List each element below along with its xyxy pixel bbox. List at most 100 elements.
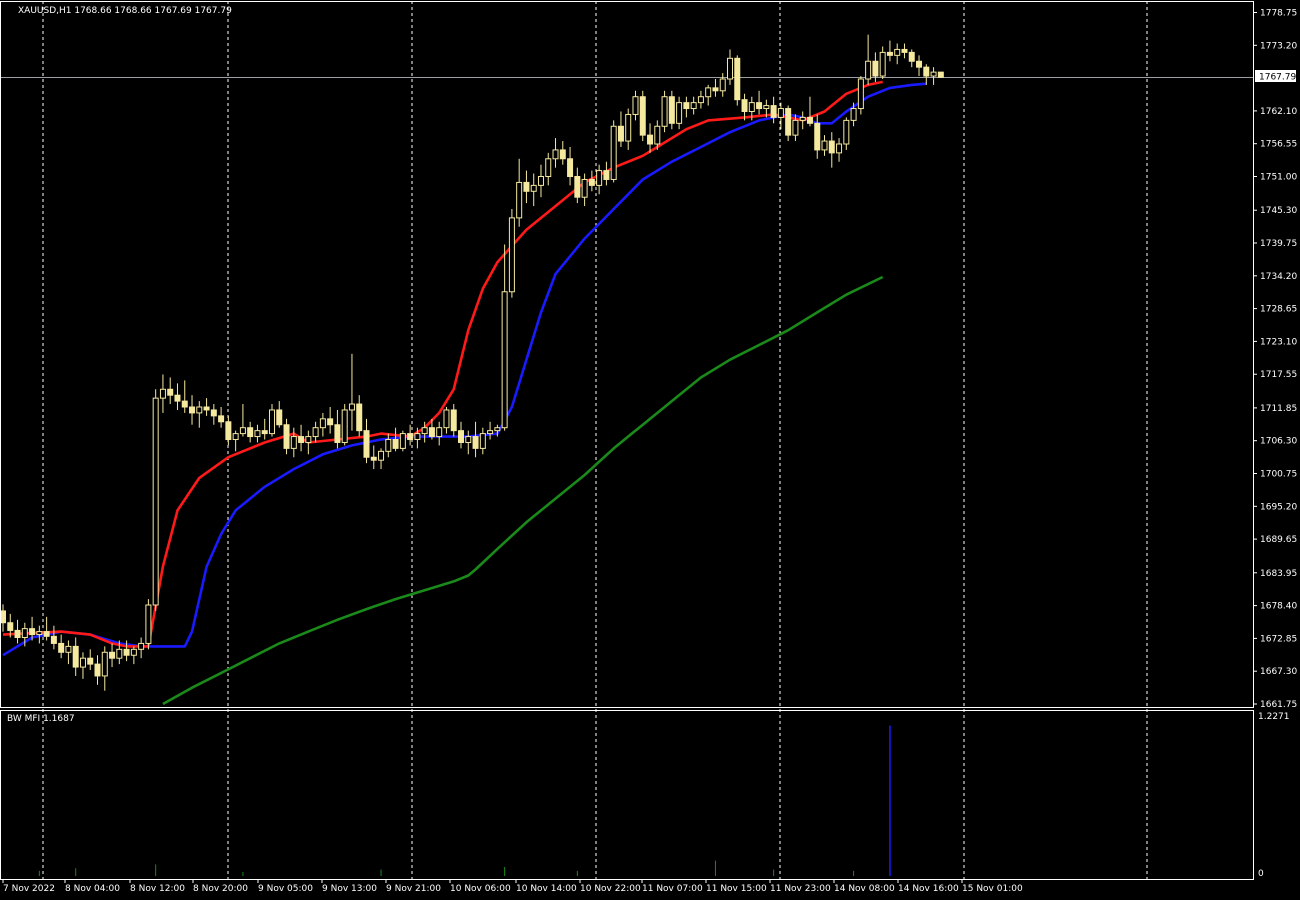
time-tick-label: 10 Nov 22:00 (580, 884, 641, 894)
price-tick-label: 1711.85 (1260, 404, 1297, 414)
candle (661, 90, 668, 133)
candle-body-bear (94, 663, 101, 677)
candle-body-bear (29, 628, 36, 636)
candle-body-bear (7, 622, 14, 631)
candle-body-bull (537, 176, 544, 186)
candle-body-bear (167, 388, 174, 396)
candle-body-bear (123, 648, 130, 656)
candle-body-bull (399, 433, 406, 449)
candle (937, 71, 944, 78)
candle-body-bull (545, 158, 552, 178)
candle-body-bear (647, 134, 654, 145)
candle-body-bear (872, 60, 879, 77)
candle-body-bull (697, 96, 704, 104)
price-tick-label: 1739.75 (1260, 239, 1297, 249)
candle-body-bear (683, 102, 690, 110)
time-tick-label: 11 Nov 23:00 (770, 884, 831, 894)
candle-body-bull (79, 657, 86, 668)
candle-body-bull (552, 149, 559, 160)
candle-body-bull (625, 113, 632, 142)
candle (508, 209, 515, 298)
candle-body-bear (298, 436, 305, 443)
candle-body-bear (603, 170, 610, 180)
candle-body-bear (588, 178, 595, 186)
candle-body-bull (821, 140, 828, 151)
candle-body-bear (886, 51, 893, 56)
candle-body-bull (21, 628, 28, 639)
candle (734, 55, 741, 106)
candle (668, 90, 675, 130)
current-price-label: 1767.79 (1259, 73, 1296, 83)
candle-body-bear (276, 409, 283, 426)
candle-body-bear (523, 181, 530, 192)
candle-body-bull (661, 96, 668, 127)
candle-body-bull (36, 631, 43, 636)
candle-body-bear (785, 108, 792, 136)
candle-body-bull (530, 184, 537, 192)
candle-body-bear (247, 427, 254, 438)
candle-body-bull (799, 116, 806, 121)
candle-body-bull (763, 105, 770, 110)
indicator-label: BW MFI 1.1687 (7, 714, 75, 724)
candle-body-bull (632, 96, 639, 115)
candle-body-bull (727, 57, 733, 80)
candle-body-bear (327, 418, 334, 426)
trading-chart[interactable]: 1778.75 1773.20 1762.10 1756.55 1751.00 1745.… (0, 0, 1300, 900)
candle-body-bear (356, 403, 363, 432)
time-tick-label: 11 Nov 15:00 (706, 884, 767, 894)
candle-body-bear (109, 651, 116, 659)
candle-body-bear (428, 427, 435, 438)
candle-body-bear (50, 635, 57, 644)
candle-body-bull (792, 119, 799, 136)
time-tick-label: 8 Nov 04:00 (65, 884, 120, 894)
price-tick-label: 1667.30 (1260, 667, 1297, 677)
candle-body-bull (312, 427, 319, 438)
price-tick-label: 1756.55 (1260, 140, 1297, 150)
time-tick-label: 10 Nov 06:00 (450, 884, 511, 894)
price-tick-label: 1683.95 (1260, 569, 1297, 579)
candle-body-bull (676, 102, 683, 124)
candle-body-bull (305, 436, 312, 443)
candle-body-bear (407, 433, 414, 441)
candle-body-bear (668, 96, 675, 124)
candle-body-bear (806, 116, 813, 124)
mfi-zero-label: 0 (1258, 869, 1264, 879)
candle-body-bull (130, 648, 137, 656)
candle-body-bull (65, 645, 72, 653)
price-tick-label: 1672.85 (1260, 634, 1297, 644)
candle-body-bear (210, 409, 217, 417)
candle-body-bear (458, 430, 465, 443)
candle-body-bear (0, 610, 6, 624)
candle-body-bull (138, 642, 145, 650)
candle-body-bull (443, 409, 450, 429)
candle-body-bull (196, 406, 203, 414)
candle-body-bull (748, 102, 755, 112)
candle (639, 90, 646, 142)
candle (610, 120, 617, 183)
candle-body-bull (610, 125, 617, 180)
time-tick-label: 9 Nov 13:00 (322, 884, 377, 894)
candle (399, 430, 406, 452)
candle-body-bull (719, 78, 726, 92)
price-tick-label: 1728.65 (1260, 305, 1297, 315)
candle-body-bull (145, 604, 152, 644)
current-price-badge: 1767.79 (1255, 70, 1296, 83)
candle-body-bear (189, 406, 196, 414)
candle-body-bull (436, 427, 443, 438)
candle-body-bull (159, 388, 166, 399)
candle-body-bear (617, 125, 624, 142)
candle-body-bear (181, 400, 188, 408)
candle (857, 76, 864, 115)
candle-body-bear (567, 158, 574, 178)
candle-body-bull (378, 450, 385, 461)
candle-body-bear (261, 430, 268, 435)
price-tick-label: 1745.30 (1260, 206, 1297, 216)
candle-body-bull (268, 409, 275, 435)
candle-body-bull (596, 170, 603, 186)
candle-body-bear (770, 105, 777, 118)
candle-body-bull (254, 430, 261, 438)
time-tick-label: 9 Nov 21:00 (386, 884, 441, 894)
candle-body-bear (901, 48, 908, 53)
price-tick-label: 1762.10 (1260, 107, 1297, 117)
candle-body-bull (319, 418, 326, 429)
